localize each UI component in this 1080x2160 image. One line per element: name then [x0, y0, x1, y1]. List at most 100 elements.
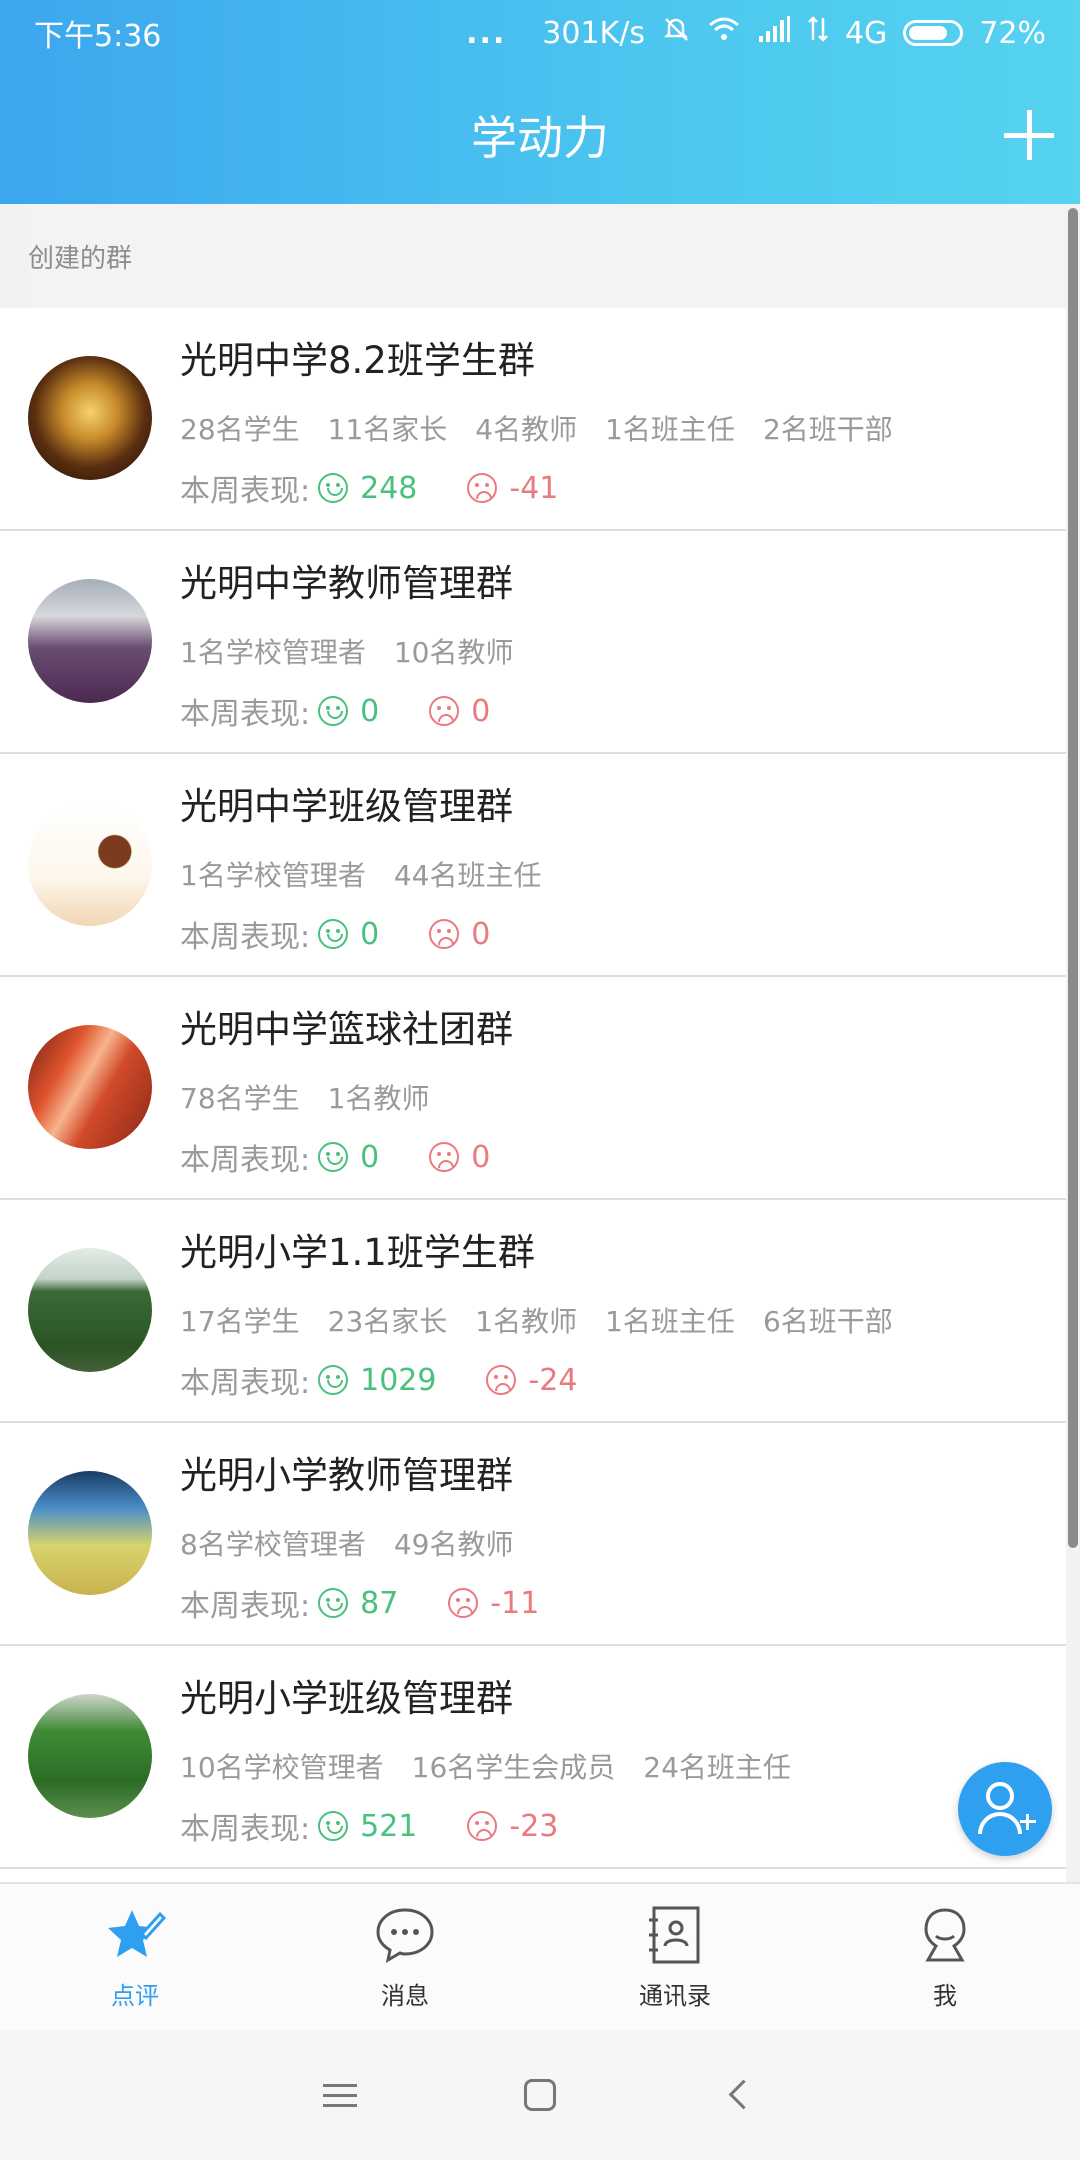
tab-label: 点评	[111, 1981, 159, 2010]
tab-label: 消息	[381, 1981, 429, 2010]
performance-label: 本周表现:	[180, 697, 311, 732]
group-name: 光明中学班级管理群	[180, 785, 513, 828]
group-row[interactable]: 光明中学教师管理群 1名学校管理者 10名教师 本周表现: 0 0	[0, 531, 1066, 754]
back-icon[interactable]	[715, 2070, 765, 2120]
status-time: 下午5:36	[34, 19, 162, 54]
plus-icon-v	[1026, 1814, 1029, 1830]
group-row[interactable]: 光明小学班级管理群 10名学校管理者 16名学生会成员 24名班主任 本周表现: 521 -…	[0, 1646, 1066, 1869]
member-count: 6名班干部	[762, 1305, 893, 1338]
group-members: 78名学生 1名教师	[180, 1077, 429, 1117]
person-add-icon	[986, 1782, 1014, 1810]
group-row[interactable]: 光明中学班级管理群 1名学校管理者 44名班主任本周表现: 0 0	[0, 754, 1066, 977]
signal-icon	[757, 14, 791, 52]
app-header: 下午5:36 ... 301K/s 4G 72% 学动力	[0, 0, 1080, 204]
menu-icon[interactable]	[315, 2070, 365, 2120]
group-row[interactable]: 光明中学篮球社团群 78名学生 1名教师 本周表现: 0 0	[0, 977, 1066, 1200]
section-label: 创建的群	[28, 243, 133, 274]
group-name: 光明中学8.2班学生群	[180, 339, 535, 382]
member-count: 44名班主任	[393, 859, 542, 892]
positive-score: 0	[360, 1139, 380, 1175]
member-count: 10名教师	[393, 636, 514, 669]
weekly-performance: 本周表现: 0 0	[180, 912, 490, 956]
tab-label: 通讯录	[639, 1981, 711, 2010]
member-count: 17名学生	[180, 1305, 300, 1338]
group-name: 光明小学1.1班学生群	[180, 1231, 535, 1274]
smile-icon	[318, 1365, 349, 1395]
contacts-book-icon	[649, 1906, 700, 1963]
weekly-performance: 本周表现: 248 -41	[180, 466, 558, 510]
weekly-performance: 本周表现: 521 -23	[180, 1804, 558, 1848]
negative-score: -11	[490, 1585, 540, 1621]
home-icon	[524, 2079, 556, 2111]
member-count: 16名学生会成员	[411, 1751, 616, 1784]
weekly-performance: 本周表现: 87 -11	[180, 1581, 539, 1625]
scrollbar[interactable]	[1068, 208, 1078, 1548]
plus-icon[interactable]	[996, 102, 1062, 168]
group-row[interactable]: 光明中学8.2班学生群 28名学生 11名家长 4名教师 1名班主任 2名班干部 本周表现:…	[0, 308, 1066, 531]
tab-contacts[interactable]: 通讯录	[540, 1884, 810, 2030]
performance-label: 本周表现:	[180, 1589, 311, 1624]
network-speed: 301K/s	[542, 15, 645, 51]
group-members: 1名学校管理者 10名教师	[180, 631, 513, 671]
tab-me[interactable]: 我	[810, 1884, 1080, 2030]
section-header: 创建的群	[28, 204, 1064, 308]
person-icon	[924, 1907, 966, 1961]
smile-icon	[318, 919, 349, 949]
negative-score: -23	[509, 1808, 559, 1844]
frown-icon	[448, 1588, 479, 1618]
group-avatar	[28, 1694, 152, 1818]
member-count: 1名教师	[327, 1082, 430, 1115]
member-count: 1名班主任	[605, 1305, 735, 1338]
battery-level: 72%	[979, 15, 1046, 51]
group-avatar	[28, 1025, 152, 1149]
frown-icon	[429, 1142, 460, 1172]
status-bar: 下午5:36 ... 301K/s 4G 72%	[0, 0, 1080, 66]
frown-icon	[429, 919, 460, 949]
frown-icon	[467, 1811, 498, 1841]
negative-score: -24	[528, 1362, 578, 1398]
group-list: 光明中学8.2班学生群 28名学生 11名家长 4名教师 1名班主任 2名班干部 本周表现:…	[0, 308, 1066, 1882]
group-name: 光明小学教师管理群	[180, 1454, 513, 1497]
group-avatar	[28, 579, 152, 703]
member-count: 1名教师	[475, 1305, 578, 1338]
bottom-tab-bar: 点评 消息 通讯录 我	[0, 1882, 1080, 2030]
member-count: 4名教师	[475, 413, 578, 446]
member-count: 23名家长	[327, 1305, 448, 1338]
performance-label: 本周表现:	[180, 474, 311, 509]
group-row[interactable]: 光明小学教师管理群 8名学校管理者 49名教师 本周表现: 87 -11	[0, 1423, 1066, 1646]
tab-messages[interactable]: 消息	[270, 1884, 540, 2030]
status-right: ... 301K/s 4G 72%	[466, 14, 1046, 52]
frown-icon	[429, 696, 460, 726]
positive-score: 248	[360, 470, 418, 506]
person-add-icon-body	[978, 1812, 1022, 1834]
positive-score: 87	[360, 1585, 399, 1621]
star-pen-icon	[108, 1909, 166, 1957]
member-count: 49名教师	[393, 1528, 514, 1561]
member-count: 11名家长	[327, 413, 448, 446]
tab-label: 我	[933, 1981, 957, 2010]
member-count: 28名学生	[180, 413, 300, 446]
data-arrows-icon	[807, 14, 829, 52]
wifi-icon	[707, 14, 741, 52]
positive-score: 0	[360, 693, 380, 729]
group-avatar	[28, 356, 152, 480]
member-count: 24名班主任	[643, 1751, 791, 1784]
group-row[interactable]: 光明小学1.1班学生群 17名学生 23名家长 1名教师 1名班主任 6名班干部本周表现:…	[0, 1200, 1066, 1423]
home-button[interactable]	[515, 2070, 565, 2120]
weekly-performance: 本周表现: 0 0	[180, 1135, 490, 1179]
member-count: 78名学生	[180, 1082, 300, 1115]
performance-label: 本周表现:	[180, 920, 311, 955]
group-members: 1名学校管理者 44名班主任	[180, 854, 541, 894]
performance-label: 本周表现:	[180, 1812, 311, 1847]
notification-dots: ...	[466, 15, 507, 51]
smile-icon	[318, 1588, 349, 1618]
chat-bubble-icon	[376, 1907, 434, 1963]
group-name: 光明小学班级管理群	[180, 1677, 513, 1720]
tab-review[interactable]: 点评	[0, 1884, 270, 2030]
smile-icon	[318, 1142, 349, 1172]
frown-icon	[467, 473, 498, 503]
network-type: 4G	[844, 15, 888, 51]
weekly-performance: 本周表现: 1029 -24	[180, 1358, 577, 1402]
positive-score: 521	[360, 1808, 418, 1844]
add-contact-button[interactable]	[958, 1762, 1052, 1856]
